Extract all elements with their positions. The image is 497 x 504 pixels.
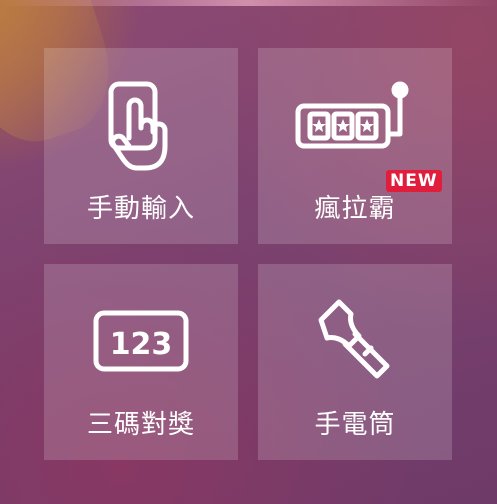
- slot-machine-icon: [258, 76, 452, 176]
- shortcut-grid: 手動輸入 NEW 瘋拉霸 123 三碼對獎 手電筒: [44, 48, 452, 460]
- hand-touch-icon: [44, 76, 238, 176]
- tile-label: 瘋拉霸: [314, 194, 396, 224]
- flashlight-icon: [258, 292, 452, 392]
- three-digit-check-button[interactable]: 123 三碼對獎: [44, 264, 238, 460]
- tile-label: 手電筒: [314, 410, 396, 440]
- icon-number-text: 123: [110, 327, 173, 362]
- number-123-icon: 123: [44, 292, 238, 392]
- slot-machine-button[interactable]: NEW 瘋拉霸: [258, 48, 452, 244]
- tile-label: 手動輸入: [86, 194, 195, 224]
- wallpaper-top-glow: [0, 0, 497, 6]
- manual-input-button[interactable]: 手動輸入: [44, 48, 238, 244]
- tile-label: 三碼對獎: [86, 410, 195, 440]
- flashlight-button[interactable]: 手電筒: [258, 264, 452, 460]
